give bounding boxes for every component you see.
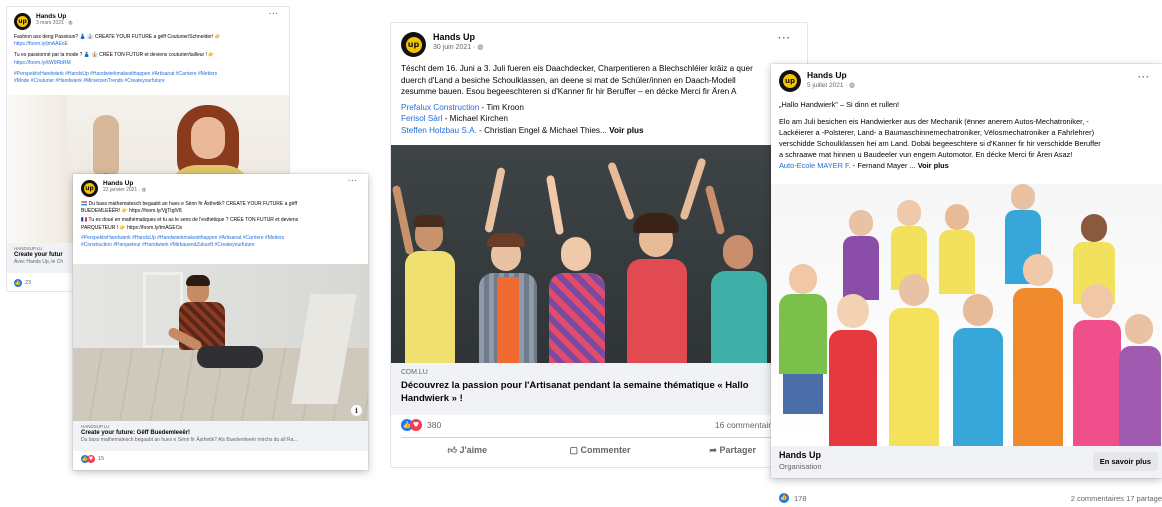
post-card-mechanik: up Hands Up 5 juillet 2021 · ◍ ··· „Hall…	[771, 64, 1162, 478]
post-header: up Hands Up 30 juin 2021 · ◍ ···	[391, 23, 807, 57]
share-arrow-icon: ➦	[709, 445, 717, 455]
see-more-link[interactable]: Voir plus	[609, 126, 643, 135]
globe-icon: ◍	[849, 82, 855, 89]
comments-shares-count[interactable]: 2 commentaires 17 partage	[1071, 494, 1162, 503]
page-footer: Hands Up Organisation En savoir plus	[771, 446, 1162, 478]
post-date[interactable]: 5 juillet 2021 ·	[807, 82, 849, 89]
page-name[interactable]: Hands Up	[807, 70, 855, 80]
action-bar: 👍︎ J'aime ▢ Commenter ➦ Partager	[401, 437, 799, 463]
comment-bubble-icon: ▢	[569, 445, 578, 455]
hashtags[interactable]: #Construction #Parqueteur #Handwierk #Mi…	[81, 242, 360, 249]
kid-1	[391, 184, 461, 363]
reaction-count[interactable]: 380	[427, 420, 441, 430]
page-name[interactable]: Hands Up	[103, 180, 146, 187]
post-date[interactable]: 30 juin 2021 ·	[433, 44, 477, 51]
more-options-icon[interactable]: ···	[1138, 72, 1150, 82]
reaction-count[interactable]: 178	[794, 494, 807, 503]
more-options-icon[interactable]: ···	[269, 11, 279, 18]
page-name[interactable]: Hands Up	[36, 13, 73, 20]
post-text: 🇱🇺 Du bass mathematesch begaabt an hues …	[73, 197, 368, 249]
link-preview[interactable]: HANDSUP.LU Create your future: Gëff Bued…	[73, 421, 368, 451]
reactions-bar[interactable]: 👍 23	[14, 279, 31, 287]
post-header: up Hands Up 22 janvier 2021 · ◍ ···	[73, 174, 368, 197]
hashtags[interactable]: #Mode #Couturier #Handwierk #MirsetzenTr…	[14, 78, 282, 85]
reactions-bar: 👍 178 2 commentaires 17 partage	[779, 493, 1162, 503]
page-avatar[interactable]: up	[14, 13, 31, 30]
like-button[interactable]: 👍︎ J'aime	[401, 445, 534, 456]
link-preview[interactable]: CDM.LU Découvrez la passion pour l'Artis…	[391, 363, 807, 415]
post-date[interactable]: 22 janvier 2021 ·	[103, 187, 142, 193]
post-photo-kids-thumbs-up[interactable]	[771, 184, 1162, 446]
hands-up-logo-icon: up	[84, 183, 95, 194]
post-photo-parquet[interactable]: i	[73, 264, 368, 421]
mention-auto-ecole-mayer[interactable]: Auto-Ecole MAYER F.	[779, 161, 851, 170]
window-light	[7, 95, 67, 243]
woman-face	[191, 117, 225, 159]
learn-more-button[interactable]: En savoir plus	[1092, 452, 1158, 471]
love-reaction-icon: ♥	[410, 419, 422, 431]
post-url[interactable]: https://foom.ly/jmAAEoE	[14, 41, 282, 48]
link-title[interactable]: Découvrez la passion pour l'Artisanat pe…	[401, 379, 773, 405]
post-header: up Hands Up 5 juillet 2021 · ◍ ···	[771, 64, 1162, 92]
comment-button[interactable]: ▢ Commenter	[534, 445, 667, 456]
reaction-count: 15	[98, 456, 105, 462]
link-title[interactable]: Create your future: Gëff Buedemleeër!	[81, 430, 360, 436]
hands-up-logo-icon: up	[783, 74, 797, 88]
post-photo-kids-classroom[interactable]	[391, 145, 807, 363]
more-options-icon[interactable]: ···	[778, 33, 791, 44]
post-card-daachdecker: up Hands Up 30 juin 2021 · ◍ ··· Téscht …	[390, 22, 808, 468]
hashtags[interactable]: #PerspektivHandwierk #HandsUp #Handwierk…	[81, 235, 360, 242]
reactions-bar[interactable]: 👍 ♥ 15	[81, 455, 104, 463]
globe-icon: ◍	[141, 187, 147, 193]
kid-front-3	[883, 274, 945, 446]
see-more-link[interactable]: Voir plus	[918, 161, 949, 170]
thumbs-up-icon: 👍︎	[447, 445, 457, 455]
post-text: Fashion ass deng Passioun? 👗 👔 CREATE YO…	[7, 30, 289, 85]
hashtags[interactable]: #PerspektivHandwierk #HandsUp #Handwierk…	[14, 71, 282, 78]
kid-front-7	[1117, 314, 1162, 446]
globe-icon: ◍	[477, 44, 484, 51]
post-text: Téscht dem 16. Juni a 3. Juli fueren eis…	[401, 64, 753, 135]
mention-steffen-holzbau[interactable]: Steffen Holzbau S.A.	[401, 126, 477, 135]
kid-2	[473, 215, 543, 363]
like-reaction-icon: 👍	[14, 279, 22, 287]
mention-ferisol[interactable]: Ferisol Sàrl	[401, 114, 442, 123]
mannequin	[93, 115, 119, 175]
kid-back-1	[841, 210, 881, 300]
page-avatar[interactable]: up	[779, 70, 801, 92]
hands-up-logo-icon: up	[405, 36, 422, 53]
reaction-count: 23	[25, 280, 32, 286]
link-description: Du bass mathematesch begaabt an hues e S…	[81, 437, 298, 443]
post-url[interactable]: https://foom.ly/kW9RbRM	[14, 60, 282, 67]
man-hair	[186, 275, 210, 286]
love-reaction-icon: ♥	[87, 455, 95, 463]
post-text: „Hallo Handwierk" – Si dinn et rullen! E…	[779, 100, 1101, 170]
like-reaction-icon: 👍	[779, 493, 789, 503]
kid-3	[541, 215, 613, 363]
kid-front-4	[947, 294, 1009, 446]
info-icon[interactable]: i	[351, 405, 362, 416]
hands-up-logo-icon: up	[17, 16, 28, 27]
reactions-bar: 👍 ♥ 380 16 commentaires 66 p	[401, 419, 799, 431]
kid-4	[619, 195, 695, 363]
link-source: HANDSUP.LU	[81, 424, 110, 429]
page-avatar[interactable]: up	[81, 180, 98, 197]
page-name[interactable]: Hands Up	[433, 32, 483, 42]
kid-front-2	[823, 288, 883, 446]
kid-front-5	[1007, 254, 1069, 446]
kid-5	[703, 211, 775, 363]
link-source: CDM.LU	[401, 369, 428, 376]
man-pants	[197, 346, 263, 368]
post-card-buedemleeer: up Hands Up 22 janvier 2021 · ◍ ··· 🇱🇺 D…	[73, 174, 368, 470]
post-date[interactable]: 3 mars 2021 ·	[36, 20, 68, 26]
mention-prefalux[interactable]: Prefalux Construction	[401, 103, 479, 112]
page-avatar[interactable]: up	[401, 32, 426, 57]
globe-icon: ◍	[68, 20, 73, 26]
more-options-icon[interactable]: ···	[348, 178, 358, 185]
post-header: up Hands Up 3 mars 2021 · ◍ ···	[7, 7, 289, 30]
